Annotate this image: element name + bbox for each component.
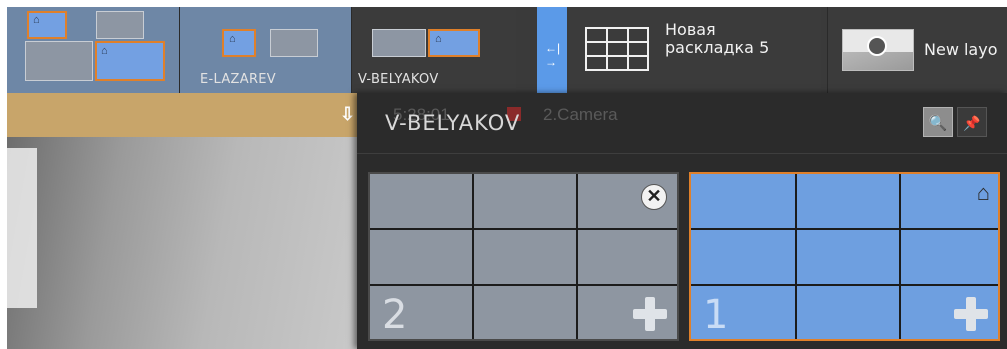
grid-line (691, 284, 998, 286)
layout-tile-current[interactable]: ⌂ ⌂ (7, 7, 179, 93)
ribbon-splitter-handle[interactable]: ←|→ (537, 7, 567, 93)
layout-tile-label: V-BELYAKOV (358, 72, 439, 87)
layouts-ribbon: ⌂ ⌂ ⌂ E-LAZAREV ⌂ V-BELYAKOV ←|→ Новая р… (7, 7, 1007, 93)
search-button[interactable]: 🔍 (923, 107, 953, 137)
download-arrow-icon[interactable]: ⇩ (340, 104, 355, 125)
search-icon: 🔍 (928, 115, 948, 132)
resize-arrows-icon: ←|→ (545, 41, 561, 69)
home-icon: ⌂ (101, 45, 108, 57)
home-icon[interactable]: ⌂ (977, 180, 990, 206)
grid-line (576, 174, 578, 339)
layout-tile-v-belyakov[interactable]: ⌂ V-BELYAKOV (351, 7, 516, 93)
layout-card-2[interactable]: ✕ 2 (368, 172, 679, 341)
grid-line (795, 174, 797, 339)
grid-line (370, 284, 677, 286)
grid-line (899, 174, 901, 339)
new-layout-title-line1: Новая (665, 20, 716, 39)
layout-tile-map[interactable]: New layo (827, 7, 1007, 93)
layout-mini-cell: ⌂ (428, 29, 480, 57)
add-camera-plus-icon[interactable] (633, 297, 667, 331)
camera-header-bar (7, 93, 357, 137)
grid-line (472, 174, 474, 339)
layout-card-1[interactable]: ⌂ 1 (689, 172, 1000, 341)
behind-camera-name: 2.Camera (543, 105, 618, 124)
close-icon[interactable]: ✕ (641, 184, 667, 210)
layout-mini-cell (372, 29, 426, 57)
panel-title: V-BELYAKOV (385, 111, 521, 135)
layout-mini-cell: ⌂ (95, 41, 165, 81)
layout-tile-label: E-LAZAREV (200, 72, 276, 87)
new-layout-title-line2: раскладка 5 (665, 38, 770, 57)
layout-card-number: 1 (703, 292, 729, 338)
layout-mini-cell: ⌂ (27, 11, 67, 39)
layout-mini-cell (25, 41, 93, 81)
home-icon: ⌂ (229, 33, 236, 45)
grid-layout-icon (585, 27, 649, 71)
home-icon: ⌂ (435, 33, 442, 45)
camera-scene-window (7, 148, 37, 308)
add-camera-plus-icon[interactable] (954, 297, 988, 331)
map-layout-label: New layo (924, 40, 998, 59)
layout-mini-cell (96, 11, 144, 39)
layout-tile-e-lazarev[interactable]: ⌂ E-LAZAREV (179, 7, 352, 93)
home-icon: ⌂ (33, 14, 40, 26)
panel-divider (357, 153, 1007, 154)
layout-tile-new-5[interactable]: Новая раскладка 5 (569, 7, 821, 93)
grid-line (370, 228, 677, 230)
layout-mini-cell (270, 29, 318, 57)
grid-line (691, 228, 998, 230)
camera-video-frame[interactable] (7, 137, 357, 349)
layout-mini-cell: ⌂ (222, 29, 256, 57)
pin-icon: 📌 (963, 115, 981, 131)
map-pin-icon (842, 29, 914, 71)
layout-card-number: 2 (382, 292, 408, 338)
pin-button[interactable]: 📌 (957, 107, 987, 137)
